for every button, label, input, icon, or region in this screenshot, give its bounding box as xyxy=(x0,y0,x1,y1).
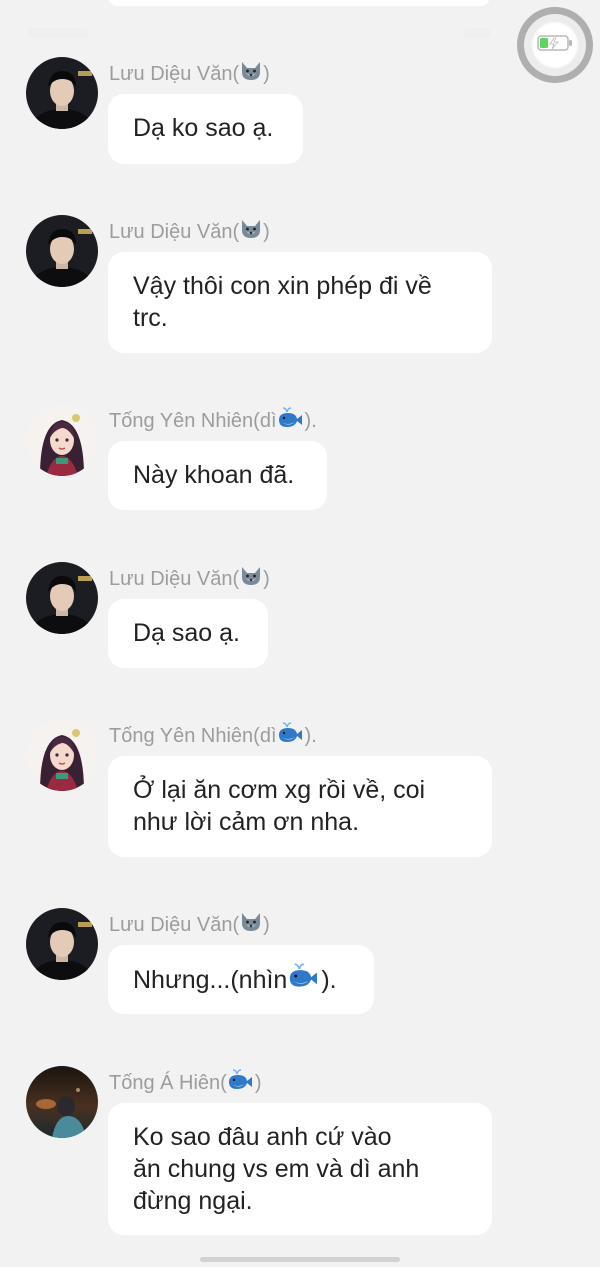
avatar-female[interactable] xyxy=(26,404,98,476)
message-text: như lời cảm ơn nha. xyxy=(133,808,360,836)
message-bubble[interactable]: Dạ ko sao ạ. xyxy=(108,94,303,164)
battery-icon xyxy=(537,34,573,57)
message-bubble[interactable]: Vậy thôi con xin phép đi về trc. xyxy=(108,252,492,353)
avatar-male[interactable] xyxy=(26,215,98,287)
message-bubble[interactable]: Nhưng...(nhìn ). xyxy=(108,945,374,1014)
message-text: trc. xyxy=(133,304,168,332)
avatar-male[interactable] xyxy=(26,562,98,634)
message-text: ăn chung vs em và dì anh xyxy=(133,1155,420,1183)
message-text: Ko sao đâu anh cứ vào xyxy=(133,1123,392,1151)
wolf-emoji-icon xyxy=(239,565,263,593)
status-time xyxy=(28,28,88,38)
status-signal-icon xyxy=(464,28,490,38)
avatar-female[interactable] xyxy=(26,719,98,791)
floating-assistive-button[interactable] xyxy=(517,7,593,83)
message-text: Ở lại ăn cơm xg rồi về, coi xyxy=(133,776,426,804)
status-bar xyxy=(28,26,490,48)
message-bubble[interactable]: Dạ sao ạ. xyxy=(108,599,268,668)
sender-name: Lưu Diệu Văn( ) xyxy=(109,218,270,246)
floating-button-ring xyxy=(524,14,586,76)
sender-name: Tống Á Hiên( ) xyxy=(109,1069,262,1097)
whale-emoji-icon xyxy=(227,1069,255,1097)
floating-button-core xyxy=(531,21,579,69)
message-text: Dạ ko sao ạ. xyxy=(133,114,274,142)
wolf-emoji-icon xyxy=(239,60,263,88)
sender-name: Lưu Diệu Văn( ) xyxy=(109,911,270,939)
wolf-emoji-icon xyxy=(239,911,263,939)
whale-emoji-icon xyxy=(277,722,305,750)
sender-name: Tống Yên Nhiên(dì ). xyxy=(109,407,317,435)
message-bubble[interactable]: Này khoan đã. xyxy=(108,441,327,510)
avatar-male[interactable] xyxy=(26,908,98,980)
avatar-night[interactable] xyxy=(26,1066,98,1138)
previous-message-bubble xyxy=(108,0,490,6)
message-text: đừng ngại. xyxy=(133,1187,253,1215)
message-bubble[interactable]: Ko sao đâu anh cứ vào ăn chung vs em và … xyxy=(108,1103,492,1235)
message-text: Dạ sao ạ. xyxy=(133,619,241,647)
sender-name: Tống Yên Nhiên(dì ). xyxy=(109,722,317,750)
wolf-emoji-icon xyxy=(239,218,263,246)
message-text: Vậy thôi con xin phép đi về xyxy=(133,272,432,300)
home-indicator[interactable] xyxy=(200,1257,400,1262)
sender-name: Lưu Diệu Văn( ) xyxy=(109,565,270,593)
whale-emoji-icon xyxy=(287,963,321,997)
message-text: Nhưng...(nhìn ). xyxy=(133,963,349,997)
message-bubble[interactable]: Ở lại ăn cơm xg rồi về, coi như lời cảm … xyxy=(108,756,492,857)
whale-emoji-icon xyxy=(277,407,305,435)
sender-name: Lưu Diệu Văn( ) xyxy=(109,60,270,88)
message-text: Này khoan đã. xyxy=(133,461,295,489)
avatar-male[interactable] xyxy=(26,57,98,129)
